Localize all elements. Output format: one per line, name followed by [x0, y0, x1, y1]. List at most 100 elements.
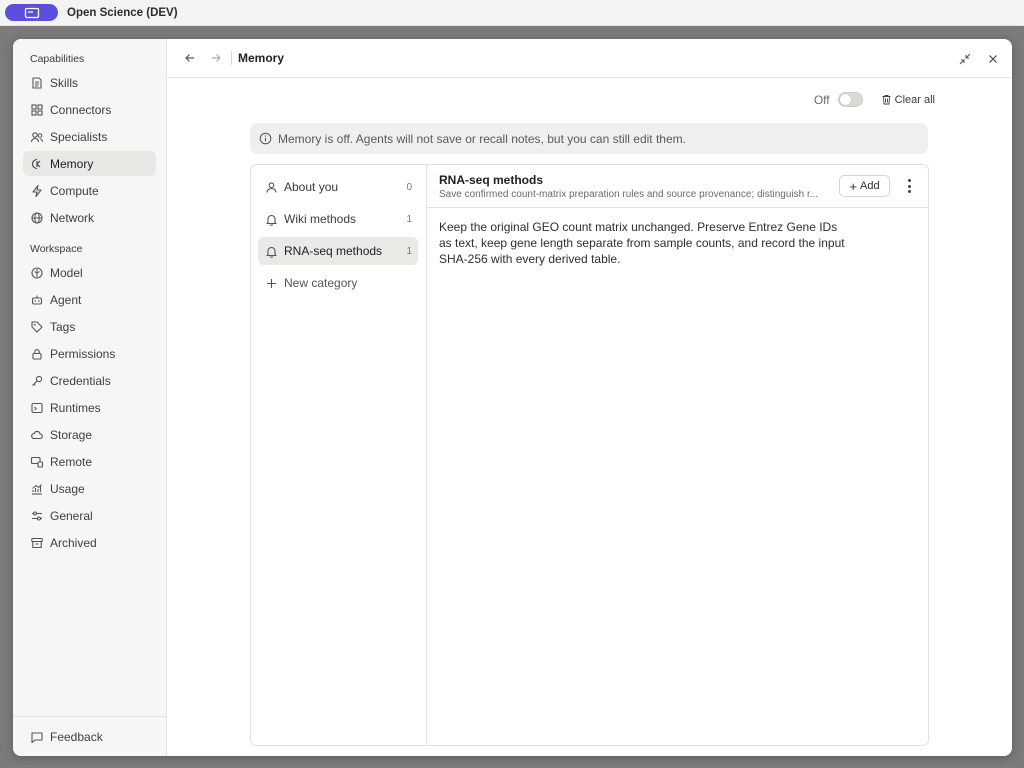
- model-icon: [30, 266, 44, 280]
- memory-icon: [30, 157, 44, 171]
- sidebar-item-model[interactable]: Model: [23, 260, 156, 285]
- header-divider: [231, 51, 232, 65]
- arrow-left-icon: [185, 54, 194, 62]
- category-label: About you: [284, 180, 339, 194]
- bell-icon: [265, 213, 278, 226]
- sidebar-item-credentials[interactable]: Credentials: [23, 368, 156, 393]
- close-icon: [989, 55, 997, 63]
- sidebar-item-general[interactable]: General: [23, 503, 156, 528]
- sidebar-item-label: Network: [50, 210, 95, 225]
- sidebar-item-label: Storage: [50, 427, 93, 442]
- user-icon: [265, 181, 278, 194]
- back-button[interactable]: [181, 49, 199, 67]
- cloud-icon: [30, 428, 44, 442]
- sidebar-item-network[interactable]: Network: [23, 205, 156, 230]
- feedback-label: Feedback: [50, 729, 103, 744]
- workspace-heading: Workspace: [30, 243, 83, 255]
- category-item-wiki-methods[interactable]: Wiki methods 1: [258, 205, 418, 233]
- note-header: RNA-seq methods Save confirmed count-mat…: [427, 165, 928, 208]
- network-icon: [30, 211, 44, 225]
- archive-icon: [30, 536, 44, 550]
- close-button[interactable]: [984, 50, 1002, 68]
- sidebar-item-label: Agent: [50, 292, 82, 307]
- sidebar-item-agent[interactable]: Agent: [23, 287, 156, 312]
- sidebar-item-label: Model: [50, 265, 83, 280]
- capabilities-heading: Capabilities: [30, 53, 85, 65]
- settings-sidebar: Capabilities Skills Connectors Specialis…: [13, 39, 167, 756]
- sidebar-item-label: Archived: [50, 535, 97, 550]
- feedback-button[interactable]: Feedback: [13, 716, 166, 756]
- collapse-icon: [959, 53, 971, 65]
- settings-dialog: Capabilities Skills Connectors Specialis…: [13, 39, 1012, 756]
- compute-icon: [30, 184, 44, 198]
- key-icon: [30, 374, 44, 388]
- sidebar-item-skills[interactable]: Skills: [23, 70, 156, 95]
- forward-button[interactable]: [207, 49, 225, 67]
- memory-panel: About you 0 Wiki methods 1 RNA-seq metho…: [250, 164, 929, 746]
- sidebar-item-label: Memory: [50, 156, 94, 171]
- sidebar-item-label: Runtimes: [50, 400, 101, 415]
- clear-all-button[interactable]: Clear all: [881, 94, 935, 106]
- note-description: Save confirmed count-matrix preparation …: [439, 189, 819, 200]
- bell-icon: [265, 245, 278, 258]
- clear-all-label: Clear all: [894, 93, 935, 106]
- capabilities-list: Skills Connectors Specialists Memory Com…: [13, 70, 166, 230]
- sliders-icon: [30, 509, 44, 523]
- info-icon: [259, 132, 272, 145]
- note-text[interactable]: Keep the original GEO count matrix uncha…: [427, 208, 857, 278]
- page-title: Memory: [238, 51, 285, 65]
- note-detail: RNA-seq methods Save confirmed count-mat…: [427, 165, 928, 745]
- sidebar-item-specialists[interactable]: Specialists: [23, 124, 156, 149]
- sidebar-item-permissions[interactable]: Permissions: [23, 341, 156, 366]
- category-list: About you 0 Wiki methods 1 RNA-seq metho…: [251, 165, 427, 745]
- sidebar-item-label: Remote: [50, 454, 93, 469]
- chat-bubble-icon: [30, 730, 44, 744]
- usage-icon: [30, 482, 44, 496]
- category-count: 1: [406, 245, 412, 257]
- sidebar-item-storage[interactable]: Storage: [23, 422, 156, 447]
- memory-toggle[interactable]: [837, 92, 863, 107]
- sidebar-item-usage[interactable]: Usage: [23, 476, 156, 501]
- category-item-about-you[interactable]: About you 0: [258, 173, 418, 201]
- sidebar-item-label: General: [50, 508, 93, 523]
- sidebar-item-label: Compute: [50, 183, 99, 198]
- main-header: Memory: [167, 39, 1012, 78]
- memory-toggle-label: Off: [813, 92, 830, 107]
- sidebar-item-label: Skills: [50, 75, 79, 90]
- arrow-right-icon: [212, 54, 221, 62]
- workspace-list: Model Agent Tags Permissions Credentials…: [13, 260, 166, 555]
- plus-icon: +: [849, 178, 857, 194]
- collapse-button[interactable]: [956, 50, 974, 68]
- sidebar-item-remote[interactable]: Remote: [23, 449, 156, 474]
- app-badge[interactable]: [5, 4, 58, 21]
- new-category-label: New category: [284, 276, 358, 290]
- sidebar-item-compute[interactable]: Compute: [23, 178, 156, 203]
- sidebar-item-label: Usage: [50, 481, 85, 496]
- add-label: Add: [860, 180, 880, 192]
- sidebar-item-label: Permissions: [50, 346, 116, 361]
- terminal-icon: [30, 401, 44, 415]
- trash-icon: [882, 95, 891, 105]
- agent-icon: [30, 293, 44, 307]
- sidebar-item-connectors[interactable]: Connectors: [23, 97, 156, 122]
- add-note-button[interactable]: + Add: [839, 175, 890, 197]
- skills-icon: [30, 76, 44, 90]
- banner-text: Memory is off. Agents will not save or r…: [278, 131, 686, 146]
- toggle-knob: [839, 94, 851, 105]
- connectors-icon: [30, 103, 44, 117]
- category-count: 0: [406, 181, 412, 193]
- specialists-icon: [30, 130, 44, 144]
- window-controls: [956, 50, 1002, 68]
- plus-icon: [265, 277, 278, 290]
- tags-icon: [30, 320, 44, 334]
- sidebar-item-tags[interactable]: Tags: [23, 314, 156, 339]
- sidebar-item-archived[interactable]: Archived: [23, 530, 156, 555]
- new-category-button[interactable]: New category: [258, 269, 418, 297]
- sidebar-item-label: Connectors: [50, 102, 112, 117]
- category-label: Wiki methods: [284, 212, 357, 226]
- more-options-button[interactable]: [904, 179, 914, 193]
- app-window-icon: [24, 7, 39, 18]
- sidebar-item-runtimes[interactable]: Runtimes: [23, 395, 156, 420]
- sidebar-item-memory[interactable]: Memory: [23, 151, 156, 176]
- category-item-rna-seq-methods[interactable]: RNA-seq methods 1: [258, 237, 418, 265]
